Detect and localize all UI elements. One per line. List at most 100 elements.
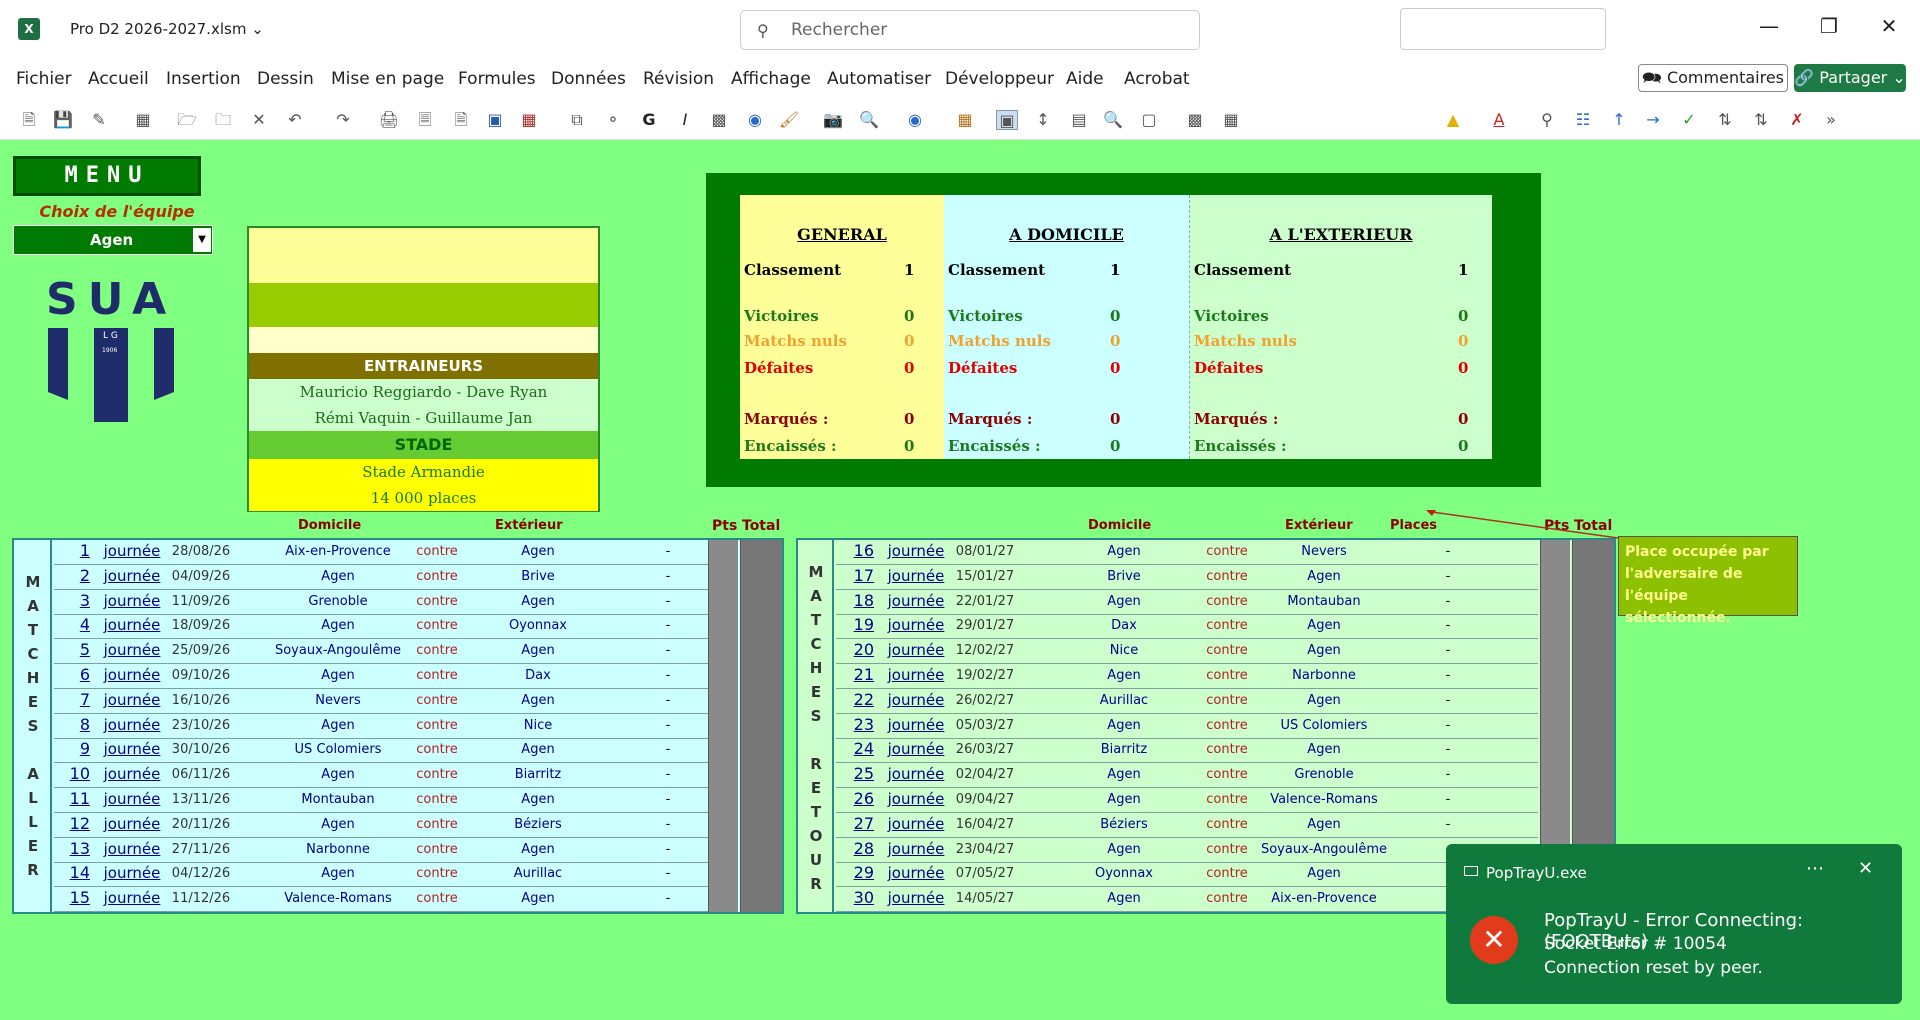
menu-accueil[interactable]: Accueil <box>88 69 149 89</box>
journee-number[interactable]: 3 <box>64 591 90 610</box>
bold-icon[interactable]: G <box>638 110 660 130</box>
zoom-icon[interactable]: 🔍 <box>858 110 880 130</box>
journee-link[interactable]: journée <box>102 592 162 610</box>
circle-icon[interactable]: ◉ <box>744 110 766 130</box>
menu-automatiser[interactable]: Automatiser <box>827 69 931 89</box>
arrow-right-icon[interactable]: → <box>1642 110 1664 130</box>
journee-link[interactable]: journée <box>886 691 946 709</box>
page-icon[interactable]: ▩ <box>1184 110 1206 130</box>
journee-link[interactable]: journée <box>102 567 162 585</box>
search-tool-icon[interactable]: ⚲ <box>1536 110 1558 130</box>
journee-number[interactable]: 2 <box>64 566 90 585</box>
journee-number[interactable]: 11 <box>64 789 90 808</box>
journee-link[interactable]: journée <box>886 864 946 882</box>
journee-link[interactable]: journée <box>886 840 946 858</box>
journee-link[interactable]: journée <box>886 666 946 684</box>
font-color-icon[interactable]: A <box>1488 110 1510 130</box>
column-width-icon[interactable]: ↕ <box>1032 110 1054 130</box>
journee-number[interactable]: 12 <box>64 814 90 833</box>
journee-link[interactable]: journée <box>102 840 162 858</box>
journee-link[interactable]: journée <box>886 567 946 585</box>
link-icon[interactable]: ⚬ <box>602 110 624 130</box>
print-icon[interactable]: 🖨 <box>378 110 400 130</box>
journee-number[interactable]: 16 <box>848 541 874 560</box>
journee-link[interactable]: journée <box>102 666 162 684</box>
journee-number[interactable]: 21 <box>848 665 874 684</box>
journee-number[interactable]: 18 <box>848 591 874 610</box>
journee-number[interactable]: 5 <box>64 640 90 659</box>
journee-number[interactable]: 4 <box>64 615 90 634</box>
journee-link[interactable]: journée <box>886 616 946 634</box>
chevron-down-icon[interactable]: ▼ <box>193 228 211 252</box>
spellcheck-icon[interactable]: ✓ <box>1678 110 1700 130</box>
more-icon[interactable]: » <box>1820 110 1842 130</box>
shape-icon[interactable]: ◉ <box>904 110 926 130</box>
menu-button[interactable]: MENU <box>13 156 201 196</box>
more-options-icon[interactable]: ⋯ <box>1806 858 1824 879</box>
fill-color-icon[interactable]: ▲ <box>1442 110 1464 130</box>
file-name[interactable]: Pro D2 2026-2027.xlsm ⌄ <box>70 20 264 38</box>
journee-number[interactable]: 25 <box>848 764 874 783</box>
journee-link[interactable]: journée <box>886 716 946 734</box>
journee-number[interactable]: 30 <box>848 888 874 907</box>
journee-number[interactable]: 20 <box>848 640 874 659</box>
journee-number[interactable]: 24 <box>848 739 874 758</box>
menu-affichage[interactable]: Affichage <box>731 69 811 89</box>
journee-link[interactable]: journée <box>886 790 946 808</box>
journee-number[interactable]: 19 <box>848 615 874 634</box>
pdf-icon[interactable]: 🗎 <box>450 110 472 130</box>
grid-icon[interactable]: ▦ <box>132 110 154 130</box>
journee-number[interactable]: 28 <box>848 839 874 858</box>
journee-link[interactable]: journée <box>886 765 946 783</box>
copy-icon[interactable]: ⧉ <box>566 110 588 130</box>
journee-number[interactable]: 10 <box>64 764 90 783</box>
camera-icon[interactable]: 📷 <box>822 110 844 130</box>
journee-link[interactable]: journée <box>102 815 162 833</box>
menu-revision[interactable]: Révision <box>643 69 714 89</box>
comments-button[interactable]: 🗪 Commentaires <box>1638 64 1788 92</box>
new-file-icon[interactable]: 🗎 <box>18 110 40 130</box>
picture-icon[interactable]: ▣ <box>484 110 506 130</box>
journee-link[interactable]: journée <box>102 740 162 758</box>
save-icon[interactable]: 💾 <box>52 110 74 130</box>
close-icon[interactable]: ✕ <box>1858 858 1873 879</box>
journee-number[interactable]: 22 <box>848 690 874 709</box>
journee-link[interactable]: journée <box>102 790 162 808</box>
restore-button[interactable]: ❐ <box>1814 14 1844 38</box>
menu-acrobat[interactable]: Acrobat <box>1124 69 1190 89</box>
close-file-icon[interactable]: ✕ <box>248 110 270 130</box>
menu-aide[interactable]: Aide <box>1066 69 1104 89</box>
close-button[interactable]: ✕ <box>1874 14 1904 38</box>
journee-number[interactable]: 23 <box>848 715 874 734</box>
journee-number[interactable]: 27 <box>848 814 874 833</box>
menu-formules[interactable]: Formules <box>458 69 536 89</box>
find-icon[interactable]: 🔍 <box>1102 110 1124 130</box>
open-icon[interactable]: 🗁 <box>176 110 198 130</box>
borders-icon[interactable]: ▦ <box>1220 110 1242 130</box>
journee-number[interactable]: 13 <box>64 839 90 858</box>
journee-link[interactable]: journée <box>102 889 162 907</box>
redo-icon[interactable]: ↷ <box>332 110 354 130</box>
journee-link[interactable]: journée <box>102 542 162 560</box>
journee-number[interactable]: 8 <box>64 715 90 734</box>
menu-dessin[interactable]: Dessin <box>257 69 314 89</box>
rows-icon[interactable]: ▤ <box>1068 110 1090 130</box>
menu-fichier[interactable]: Fichier <box>16 69 72 89</box>
journee-number[interactable]: 6 <box>64 665 90 684</box>
text-box-icon[interactable]: ▩ <box>708 110 730 130</box>
team-select[interactable]: Agen <box>13 225 213 255</box>
journee-link[interactable]: journée <box>886 641 946 659</box>
menu-mise-en-page[interactable]: Mise en page <box>331 69 444 89</box>
calendar-icon[interactable]: ▦ <box>954 110 976 130</box>
format-painter-icon[interactable]: 🖌 <box>778 110 800 130</box>
clear-filter-icon[interactable]: ✗ <box>1786 110 1808 130</box>
journee-link[interactable]: journée <box>102 765 162 783</box>
journee-link[interactable]: journée <box>886 592 946 610</box>
journee-link[interactable]: journée <box>886 542 946 560</box>
journee-link[interactable]: journée <box>102 616 162 634</box>
arrow-up-icon[interactable]: ↑ <box>1608 110 1630 130</box>
journee-number[interactable]: 7 <box>64 690 90 709</box>
menu-developpeur[interactable]: Développeur <box>945 69 1054 89</box>
journee-link[interactable]: journée <box>886 740 946 758</box>
sort-desc-icon[interactable]: ⇅ <box>1750 110 1772 130</box>
